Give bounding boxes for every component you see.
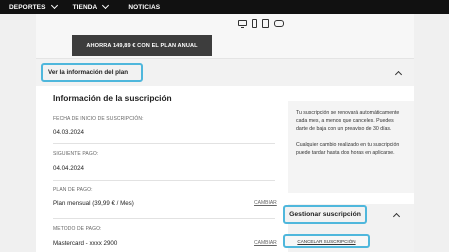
annual-plan-button[interactable]: AHORRA 149,89 € CON EL PLAN ANUAL: [72, 35, 212, 56]
cancel-subscription-link[interactable]: CANCELAR SUSCRIPCIÓN: [283, 234, 370, 248]
change-payment-link[interactable]: CAMBIAR: [254, 240, 277, 246]
plan-banner: AHORRA 149,89 € CON EL PLAN ANUAL: [36, 14, 414, 58]
plan-value: Plan mensual (39,99 € / Mes): [53, 200, 134, 207]
nav-label: TIENDA: [72, 3, 98, 11]
tablet-icon: [262, 19, 269, 28]
subscription-title: Información de la suscripción: [53, 93, 172, 103]
nav-item-deportes[interactable]: DEPORTES: [9, 1, 58, 11]
renewal-text: Tu suscripción se renovará automáticamen…: [296, 110, 400, 132]
payment-method-label: METODO DE PAGO:: [53, 226, 102, 232]
device-icons: [238, 19, 284, 28]
nav-label: DEPORTES: [9, 3, 46, 11]
chevron-down-icon: [102, 1, 110, 10]
change-plan-link[interactable]: CAMBIAR: [254, 200, 277, 206]
gamepad-icon: [274, 20, 284, 27]
plan-label: PLAN DE PAGO:: [53, 187, 93, 193]
subscription-card: AHORRA 149,89 € CON EL PLAN ANUAL Ver la…: [36, 14, 414, 252]
nav-item-tienda[interactable]: TIENDA: [72, 1, 110, 11]
chevron-up-icon[interactable]: [394, 70, 403, 79]
renewal-info-box: Tu suscripción se renovará automáticamen…: [288, 101, 414, 193]
top-nav: DEPORTES TIENDA NOTICIAS: [0, 0, 449, 14]
nav-item-noticias[interactable]: NOTICIAS: [128, 4, 160, 11]
plan-info-toggle[interactable]: Ver la información del plan: [41, 63, 143, 82]
start-date-value: 04.03.2024: [53, 129, 84, 136]
manage-subscription-button[interactable]: Gestionar suscripción: [283, 205, 367, 224]
tv-icon: [238, 20, 247, 28]
plan-info-bar: Ver la información del plan: [36, 58, 414, 86]
start-date-label: FECHA DE INICIO DE SUSCRIPCIÓN:: [53, 116, 144, 122]
phone-icon: [252, 19, 257, 28]
next-payment-label: SIGUIENTE PAGO:: [53, 151, 99, 157]
payment-method-value: Mastercard - xxxx 2900: [53, 240, 118, 247]
changes-text: Cualquier cambio realizado en tu suscrip…: [296, 142, 400, 156]
next-payment-value: 04.04.2024: [53, 165, 84, 172]
manage-subscription-section: Gestionar suscripción CANCELAR SUSCRIPCI…: [283, 204, 414, 252]
divider: [53, 180, 275, 181]
chevron-up-icon[interactable]: [392, 212, 401, 221]
divider: [53, 143, 275, 144]
nav-label: NOTICIAS: [128, 3, 161, 11]
divider: [53, 218, 275, 219]
chevron-down-icon: [50, 1, 58, 10]
